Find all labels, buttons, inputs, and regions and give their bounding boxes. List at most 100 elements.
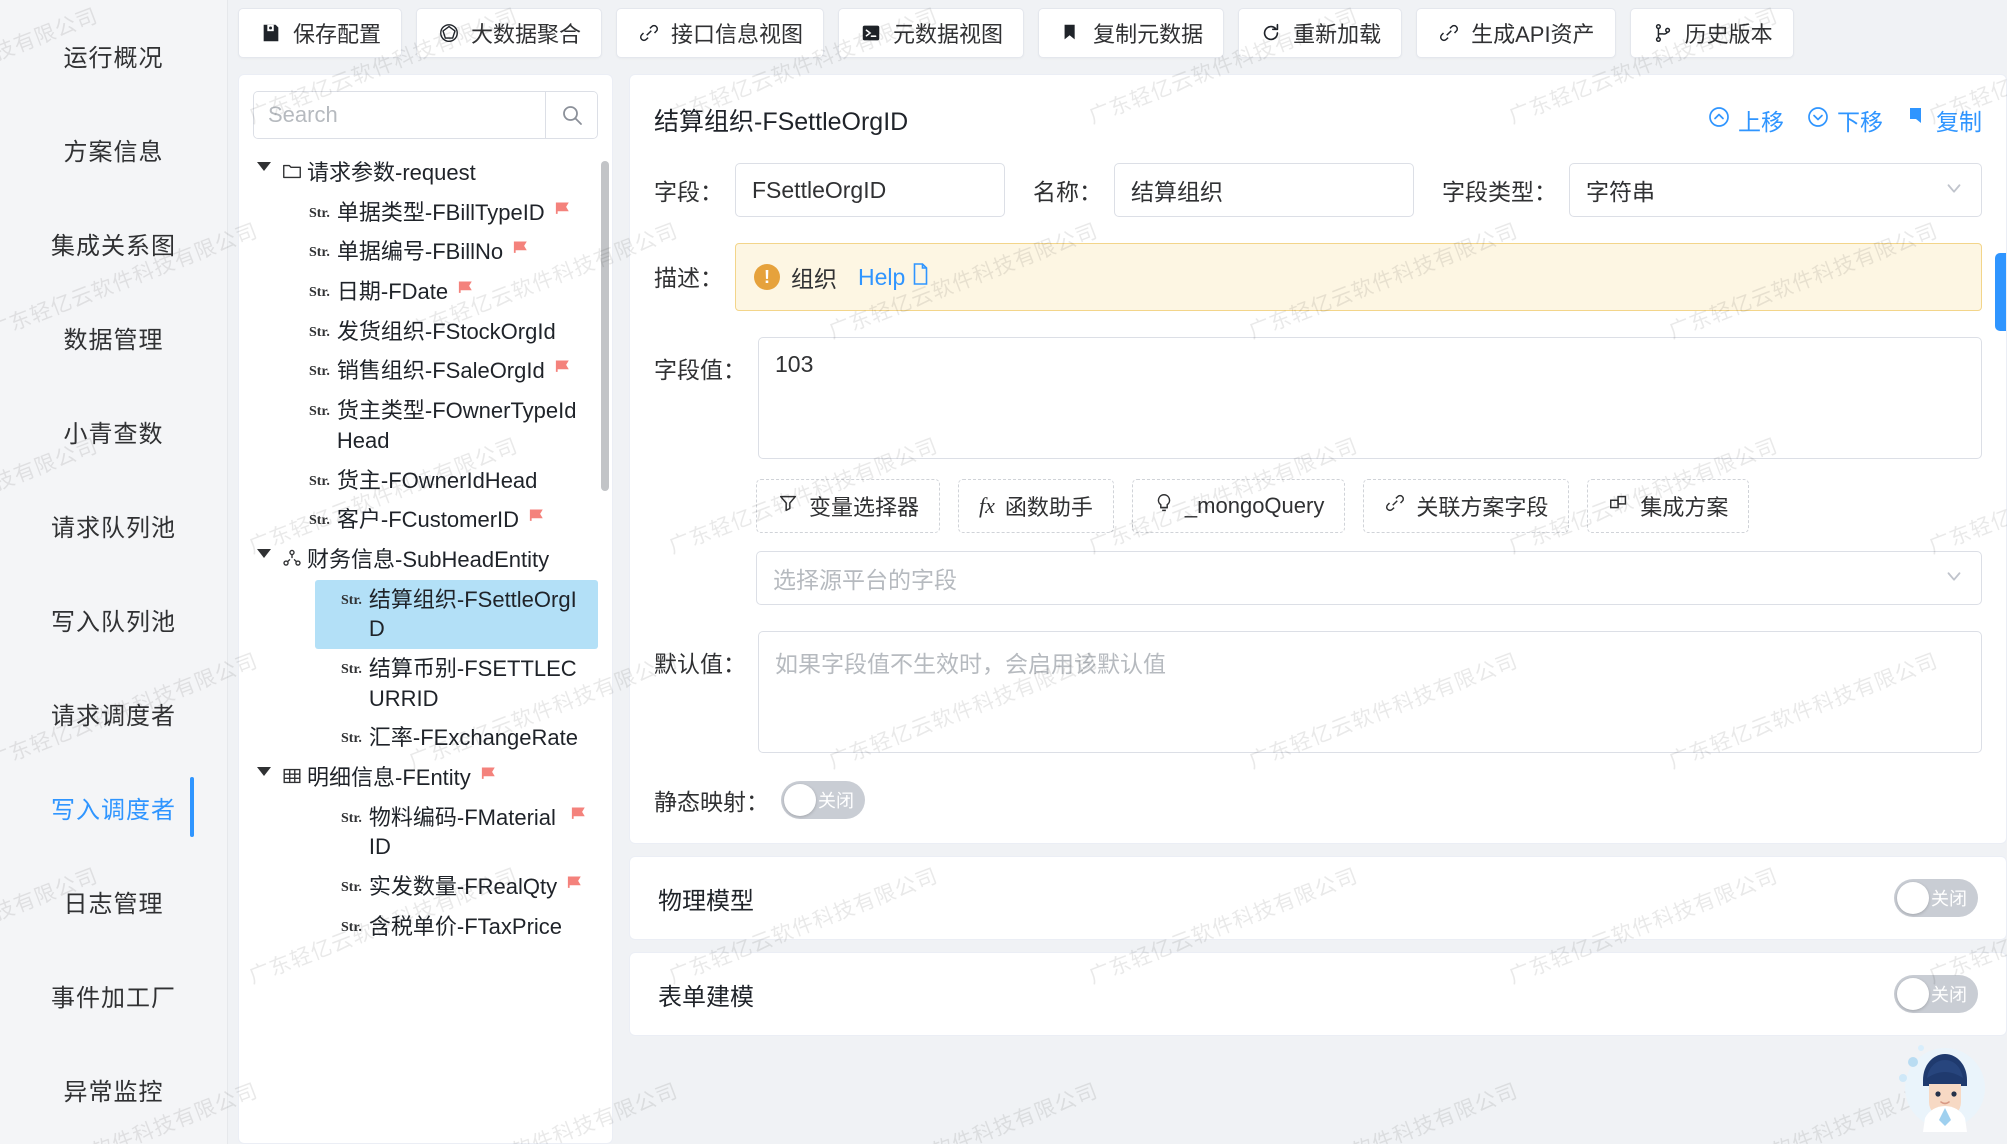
flag-icon[interactable] — [511, 237, 532, 267]
toolbar-button-3[interactable]: 元数据视图 — [838, 8, 1025, 58]
tree-node[interactable]: Str. 结算币别-FSETTLECURRID — [315, 649, 598, 718]
caret-expanded-icon[interactable] — [251, 545, 277, 558]
tree-node[interactable]: Str. 货主类型-FOwnerTypeIdHead — [283, 391, 598, 460]
sidebar-item-6[interactable]: 写入队列池 — [0, 572, 227, 666]
node-type-tag: Str. — [309, 404, 330, 420]
caret-expanded-icon[interactable] — [251, 158, 277, 171]
flag-icon[interactable] — [553, 198, 574, 228]
function-helper-chip[interactable]: fx 函数助手 — [958, 479, 1114, 533]
sidebar-item-0[interactable]: 运行概况 — [0, 8, 227, 102]
tree-node[interactable]: Str. 客户-FCustomerID — [283, 500, 598, 540]
caret-spacer — [283, 198, 309, 202]
variable-selector-chip[interactable]: 变量选择器 — [756, 479, 941, 533]
sidebar-item-5[interactable]: 请求队列池 — [0, 478, 227, 572]
tree-scroll-container[interactable]: 请求参数-request Str. 单据类型-FBillTypeID Str. 单据编号… — [239, 147, 612, 1143]
subentity-icon — [277, 545, 307, 569]
tree-node-selected[interactable]: Str. 结算组织-FSettleOrgID — [315, 579, 598, 649]
flag-icon[interactable] — [569, 803, 590, 833]
node-type-tag: Str. — [309, 245, 330, 261]
toolbar-button-2[interactable]: 接口信息视图 — [616, 8, 825, 58]
field-input[interactable]: FSettleOrgID — [735, 163, 1005, 217]
sidebar-item-2[interactable]: 集成关系图 — [0, 196, 227, 290]
field-type-select[interactable]: 字符串 — [1569, 163, 1982, 217]
flag-icon[interactable] — [456, 277, 477, 307]
sidebar-item-11[interactable]: 异常监控 — [0, 1042, 227, 1136]
sidebar-item-9[interactable]: 日志管理 — [0, 854, 227, 948]
copy-field-button[interactable]: 复制 — [1905, 103, 1982, 137]
toolbar-button-0[interactable]: 保存配置 — [238, 8, 403, 58]
search-icon[interactable] — [545, 92, 597, 138]
tree-node[interactable]: Str. 汇率-FExchangeRate — [315, 718, 598, 758]
sidebar-item-label: 数据管理 — [63, 326, 164, 354]
node-type-tag: Str. — [341, 810, 362, 826]
mongo-query-chip[interactable]: _mongoQuery — [1131, 479, 1346, 533]
tree-node[interactable]: Str. 发货组织-FStockOrgId — [283, 312, 598, 352]
move-down-label: 下移 — [1837, 109, 1883, 135]
related-scheme-field-label: 关联方案字段 — [1416, 495, 1549, 520]
tree-node[interactable]: Str. 含税单价-FTaxPrice — [315, 907, 598, 947]
flag-icon[interactable] — [527, 505, 548, 535]
flag-icon[interactable] — [553, 356, 574, 386]
sidebar-item-8[interactable]: 写入调度者 — [0, 760, 227, 854]
field-value-textarea[interactable]: 103 — [758, 337, 1982, 459]
left-sidebar: 运行概况 方案信息 集成关系图数据管理小青查数 请求队列池 写入队列池 请求调度者 写入调度… — [0, 0, 228, 1144]
toolbar-button-4[interactable]: 复制元数据 — [1038, 8, 1225, 58]
flag-icon[interactable] — [479, 763, 500, 793]
grid-icon — [1608, 492, 1630, 520]
right-edge-tab[interactable] — [1995, 253, 2006, 331]
chevron-down-icon — [1943, 565, 1965, 592]
default-value-label: 默认值： — [654, 651, 746, 677]
sidebar-item-7[interactable]: 请求调度者 — [0, 666, 227, 760]
move-up-button[interactable]: 上移 — [1707, 103, 1784, 137]
move-down-button[interactable]: 下移 — [1806, 103, 1883, 137]
toolbar-button-1[interactable]: 大数据聚合 — [416, 8, 603, 58]
tree-scrollbar[interactable] — [601, 161, 609, 491]
toolbar-button-label: 元数据视图 — [893, 22, 1004, 47]
form-modeling-panel[interactable]: 表单建模 关闭 — [629, 952, 2007, 1036]
caret-spacer — [283, 237, 309, 241]
tree-node[interactable]: 请求参数-request — [251, 153, 598, 193]
sidebar-item-10[interactable]: 事件加工厂 — [0, 948, 227, 1042]
physical-model-toggle[interactable]: 关闭 — [1894, 879, 1978, 917]
toolbar-button-5[interactable]: 重新加载 — [1238, 8, 1403, 58]
tree-node[interactable]: Str. 货主-FOwnerIdHead — [283, 461, 598, 501]
static-mapping-toggle[interactable]: 关闭 — [781, 781, 865, 819]
filter-icon — [777, 492, 799, 520]
tree-node[interactable]: Str. 日期-FDate — [283, 272, 598, 312]
tree-node[interactable]: 财务信息-SubHeadEntity — [251, 540, 598, 580]
physical-model-panel[interactable]: 物理模型 关闭 — [629, 856, 2007, 940]
sidebar-item-1[interactable]: 方案信息 — [0, 102, 227, 196]
terminal-icon — [859, 21, 883, 45]
integration-scheme-chip[interactable]: 集成方案 — [1587, 479, 1750, 533]
related-scheme-field-chip[interactable]: 关联方案字段 — [1363, 479, 1570, 533]
search-box[interactable] — [253, 91, 598, 139]
caret-spacer — [283, 466, 309, 470]
tree-node[interactable]: Str. 单据编号-FBillNo — [283, 232, 598, 272]
caret-spacer — [283, 317, 309, 321]
tree-node[interactable]: Str. 实发数量-FRealQty — [315, 867, 598, 907]
tree-node[interactable]: Str. 销售组织-FSaleOrgId — [283, 351, 598, 391]
tree-node[interactable]: Str. 物料编码-FMaterialID — [315, 798, 598, 867]
toolbar-button-7[interactable]: 历史版本 — [1629, 8, 1794, 58]
caret-spacer — [315, 654, 341, 658]
tree-node[interactable]: 明细信息-FEntity — [251, 758, 598, 798]
caret-expanded-icon[interactable] — [251, 763, 277, 776]
node-type-tag: Str. — [341, 661, 362, 677]
search-input[interactable] — [254, 92, 545, 138]
function-helper-label: 函数助手 — [1004, 495, 1093, 520]
default-value-textarea[interactable]: 如果字段值不生效时，会启用该默认值 — [758, 631, 1982, 753]
aggregate-icon — [437, 21, 461, 45]
node-type-tag: Str. — [309, 513, 330, 529]
tree-node[interactable]: Str. 单据类型-FBillTypeID — [283, 193, 598, 233]
physical-model-state: 关闭 — [1931, 889, 1967, 909]
sidebar-item-4[interactable]: 小青查数 — [0, 384, 227, 478]
form-modeling-title: 表单建模 — [658, 983, 754, 1011]
sidebar-item-3[interactable]: 数据管理 — [0, 290, 227, 384]
form-modeling-toggle[interactable]: 关闭 — [1894, 975, 1978, 1013]
help-link[interactable]: Help — [858, 263, 930, 291]
toggle-knob — [1897, 882, 1929, 914]
flag-icon[interactable] — [565, 872, 586, 902]
toolbar-button-6[interactable]: 生成API资产 — [1416, 8, 1616, 58]
source-field-select[interactable]: 选择源平台的字段 — [756, 551, 1982, 605]
name-input[interactable]: 结算组织 — [1114, 163, 1414, 217]
